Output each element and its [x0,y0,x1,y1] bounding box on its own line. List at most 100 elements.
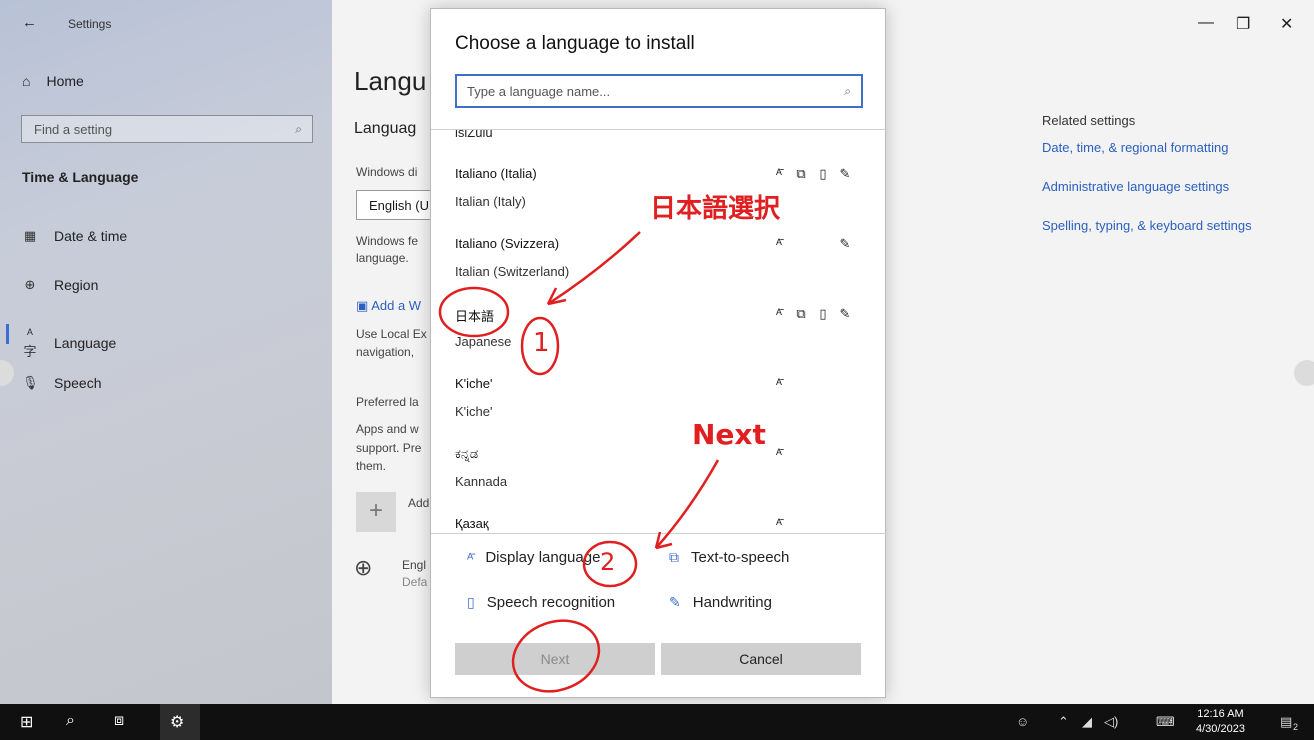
list-item-japanese[interactable]: 日本語 Japanese ᴬ̄ ⧉ ▯ ✎ [431,298,887,366]
active-indicator [6,324,9,344]
display-language-icon: ᴬ̄ [776,306,782,321]
annotation-step1: 1 [533,328,550,358]
action-center-icon[interactable]: ▤ [1280,714,1292,730]
sidebar-item-home[interactable]: ⌂ Home [22,73,84,89]
settings-sidebar: ← Settings ⌂ Home Find a setting ⌕ Time … [0,0,332,704]
search-icon[interactable]: ⌕ [66,712,75,730]
related-settings-heading: Related settings [1042,113,1136,128]
list-item-kiche[interactable]: K'iche' K'iche' ᴬ̄ [431,368,887,436]
language-native-name: K'iche' [455,376,493,391]
text-to-speech-icon: ⧉ [796,166,806,181]
list-item-kazakh[interactable]: Қазақ ᴬ̄ [431,508,887,533]
language-native-name: 日本語 [455,309,495,324]
language-english-name: Italian (Italy) [455,194,526,209]
admin-language-settings-link[interactable]: Administrative language settings [1042,179,1229,194]
add-link-label: Add a W [371,298,422,313]
search-icon: ⌕ [295,122,302,136]
language-icon: ᴬ字 [23,326,37,359]
local-experience-text: Use Local Ex [356,327,427,341]
choose-language-dialog: Choose a language to install Type a lang… [430,8,887,698]
minimize-icon[interactable]: — [1198,14,1214,32]
task-view-icon[interactable]: ⧈ [114,712,124,730]
notification-count: 2 [1293,722,1299,732]
sidebar-item-label: Date & time [54,228,128,244]
language-english-name: Italian (Switzerland) [455,264,570,279]
close-icon[interactable]: ✕ [1280,14,1293,34]
sidebar-item-speech[interactable]: 🎙 Speech [22,375,101,391]
legend-display-language: ᴬ̄ Display language [467,549,600,566]
keyboard-icon[interactable]: ⌨ [1156,714,1175,730]
windows-start-icon[interactable]: ⊞ [20,712,33,732]
speech-recognition-icon: ▯ [819,306,827,321]
language-native-name: Italiano (Italia) [455,166,537,181]
language-pack-icon: ⊕ [354,555,373,580]
language-item-default: Defa [402,575,428,589]
sidebar-item-date-time[interactable]: ▦ Date & time [22,228,127,244]
windows-display-text: Windows di [356,165,418,179]
page-subtitle: Languag [354,120,417,137]
preferred-languages-text: Preferred la [356,395,419,409]
language-search-placeholder: Type a language name... [467,84,611,99]
annotation-select-japanese: 日本語選択 [650,194,781,224]
display-language-icon: ᴬ̄ [467,549,474,566]
display-language-icon: ᴬ̄ [776,376,782,391]
them-text: them. [356,459,387,473]
window-title: Settings [68,17,112,31]
wifi-icon[interactable]: ◢ [1082,714,1092,730]
windows-features-text: Windows fe [356,234,419,248]
taskbar: ⊞ ⌕ ⧈ ⚙ ☺ ⌃ ◢ ◁) ⌨ 12:16 AM 4/30/2023 ▤ … [0,704,1314,740]
handwriting-icon: ✎ [839,166,851,181]
list-item-italian-switzerland[interactable]: Italiano (Svizzera) Italian (Switzerland… [431,228,887,296]
clock[interactable]: 12:16 AM 4/30/2023 [1196,707,1245,737]
language-native-name: ಕನ್ನಡ [455,446,479,461]
add-language-label: Add [408,496,430,510]
spelling-typing-link[interactable]: Spelling, typing, & keyboard settings [1042,218,1252,233]
legend-handwriting: ✎ Handwriting [669,594,772,611]
legend-label: Display language [485,549,601,566]
language-native-name: Italiano (Svizzera) [455,236,560,251]
speech-recognition-icon: ▯ [819,166,827,181]
add-language-button[interactable]: + [356,492,396,532]
find-setting-placeholder: Find a setting [34,122,113,137]
cancel-button[interactable]: Cancel [661,643,861,675]
chevron-up-icon[interactable]: ⌃ [1058,714,1069,730]
display-language-icon: ᴬ̄ [776,166,782,181]
sidebar-item-label: Region [54,277,99,293]
speech-recognition-icon: ▯ [467,594,475,610]
text-to-speech-icon: ⧉ [669,549,679,565]
home-label: Home [46,73,84,89]
date-time-formatting-link[interactable]: Date, time, & regional formatting [1042,140,1228,155]
add-windows-display-link[interactable]: ▣ Add a W [356,298,421,314]
store-icon: ▣ [356,298,369,313]
home-icon: ⌂ [22,73,31,89]
next-button[interactable]: Next [455,643,655,675]
support-text: support. Pre [356,441,422,455]
restore-icon[interactable]: ❐ [1236,14,1250,34]
language-english-name: K'iche' [455,404,493,419]
sidebar-item-language[interactable]: ᴬ字 Language [22,326,116,360]
navigation-text: navigation, [356,345,415,359]
legend-label: Speech recognition [486,594,616,611]
list-item-partial: isiZulu [455,129,493,140]
volume-icon[interactable]: ◁) [1104,714,1118,730]
language-search-input[interactable]: Type a language name... ⌕ [455,74,863,108]
clock-time: 12:16 AM [1197,708,1244,720]
list-item-kannada[interactable]: ಕನ್ನಡ Kannada ᴬ̄ [431,438,887,506]
handwriting-icon: ✎ [839,306,851,321]
language-item-name[interactable]: Engl [402,558,426,572]
settings-gear-icon[interactable]: ⚙ [170,712,184,732]
people-icon[interactable]: ☺ [1016,714,1029,729]
dialog-title: Choose a language to install [455,33,695,54]
sidebar-item-region[interactable]: ⊕ Region [22,277,99,293]
annotation-step2: 2 [600,548,616,576]
apps-text: Apps and w [356,422,419,436]
language-english-name: Japanese [455,334,512,349]
microphone-icon: 🎙 [22,375,39,390]
handwriting-icon: ✎ [669,594,681,610]
globe-icon: ⊕ [24,277,36,292]
find-setting-input[interactable]: Find a setting ⌕ [21,115,313,143]
legend-text-to-speech: ⧉ Text-to-speech [669,549,789,566]
sidebar-item-label: Speech [54,375,102,391]
search-icon: ⌕ [844,84,851,98]
back-arrow-icon[interactable]: ← [22,14,37,31]
